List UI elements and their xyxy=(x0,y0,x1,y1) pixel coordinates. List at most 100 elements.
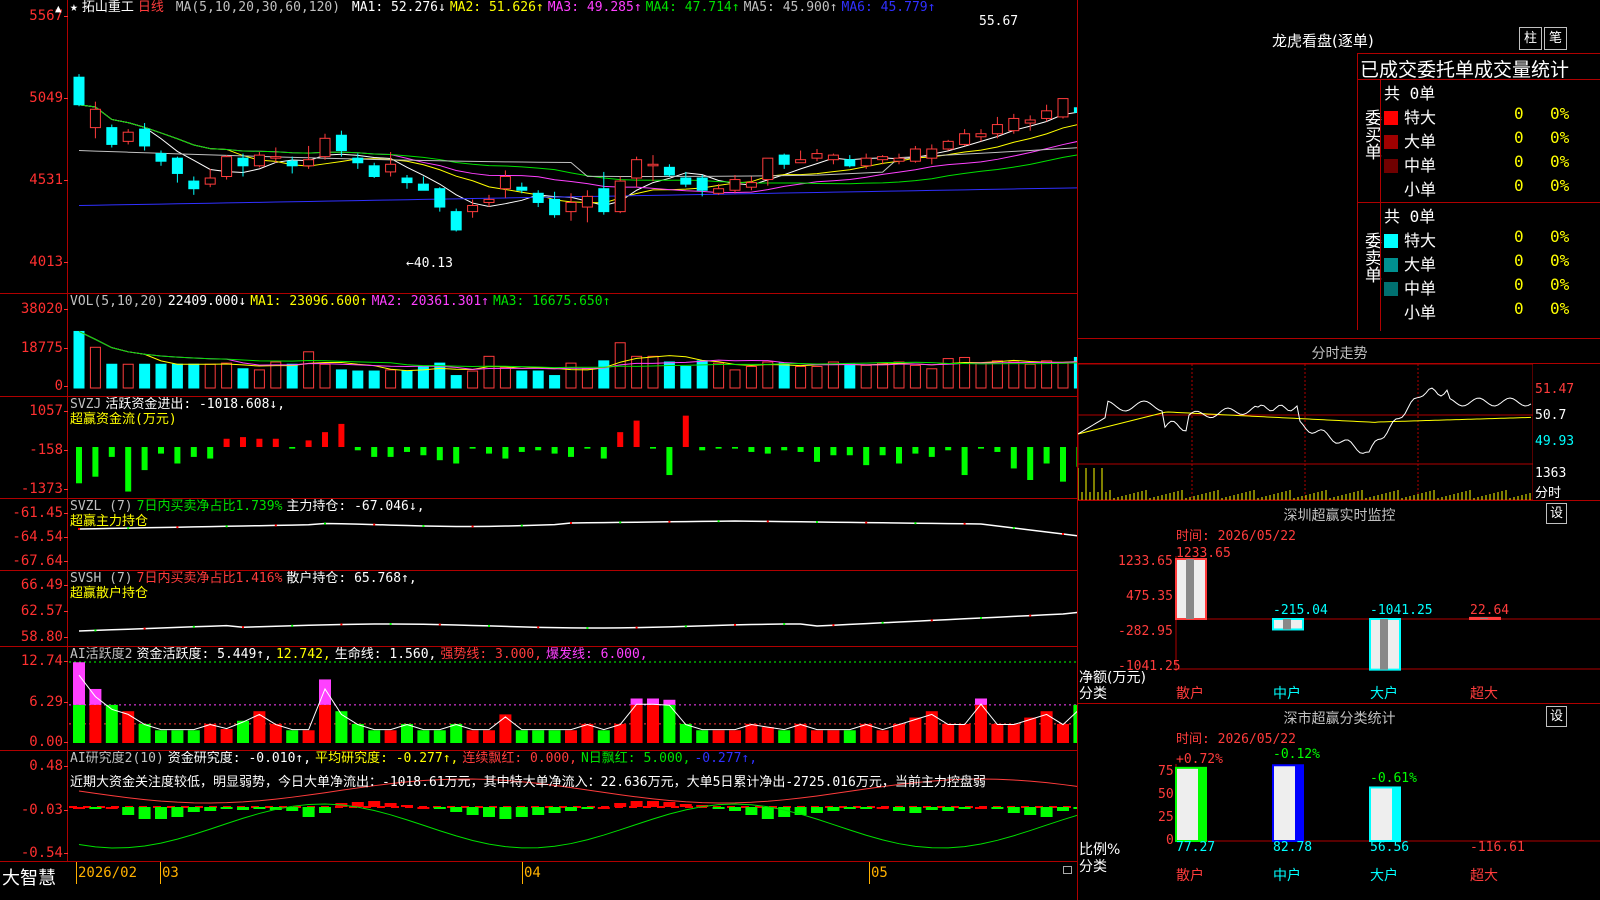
candle xyxy=(893,157,905,162)
flow-bar xyxy=(797,447,804,452)
flow-bar xyxy=(92,447,99,477)
ma4-value: MA4: 47.714↑ xyxy=(645,0,740,15)
candle xyxy=(877,156,889,161)
svsh-dot xyxy=(438,623,441,626)
flow-bar xyxy=(469,447,476,449)
order-size-label: 小单 xyxy=(1404,180,1437,199)
ai-research-panel[interactable]: 0.48 -0.03 -0.54 AI研究度2(10) 资金研究度: -0.010… xyxy=(0,751,1077,861)
volume-bar xyxy=(647,355,659,389)
candle xyxy=(860,157,872,167)
lock-icon[interactable] xyxy=(1063,866,1072,874)
flow-bar xyxy=(387,447,394,457)
candle xyxy=(106,127,118,145)
candle xyxy=(991,124,1003,135)
candle xyxy=(401,177,413,184)
scroll-up-arrow-icon[interactable]: ▲ xyxy=(55,2,62,15)
order-count: 0 xyxy=(1514,251,1524,270)
ai-activity-max: 12.742, xyxy=(275,647,331,662)
research-bar xyxy=(958,807,971,809)
order-size-label: 小单 xyxy=(1404,303,1437,322)
research-bar xyxy=(483,807,495,817)
svsh-dot xyxy=(930,619,933,622)
period-label[interactable]: 日线 xyxy=(138,0,164,15)
date-divider xyxy=(76,862,77,884)
volume-bar xyxy=(483,355,495,389)
activity-bar xyxy=(745,723,758,743)
svsh-ytick: 66.49 xyxy=(20,577,69,593)
order-size-label: 中单 xyxy=(1404,156,1437,175)
volume-bar xyxy=(319,363,331,389)
svzj-panel[interactable]: 1057 -158 -1373 SVZJ 活跃资金进出: -1018.608↓, 超… xyxy=(0,397,1077,499)
svzj-plot[interactable]: SVZJ 活跃资金进出: -1018.608↓, 超赢资金流(万元) xyxy=(69,397,1077,498)
svzl-ytick: -61.45 xyxy=(12,505,68,521)
monitor-section[interactable]: 深圳超赢实时监控 设 时间: 2026/05/22 1233.65 475.35… xyxy=(1078,500,1600,703)
kline-plot[interactable]: ★ 拓山重工 日线 MA(5,10,20,30,60,120) MA1: 52.27… xyxy=(69,0,1077,293)
flow-bar xyxy=(240,437,246,447)
right-sidebar: 龙虎看盘(逐单) 柱 笔 已成交委托单成交量统计 委买单 委卖单 共 0单 特大 0… xyxy=(1077,0,1600,900)
activity-bar xyxy=(729,730,741,743)
research-bar xyxy=(122,807,135,815)
svsh-dot xyxy=(143,627,146,630)
volume-bar xyxy=(893,361,905,389)
svzl-dot xyxy=(570,522,572,524)
brand-label[interactable]: 大智慧 xyxy=(2,864,56,890)
flow-bar xyxy=(584,447,591,449)
ai-activity-plot[interactable]: AI活跃度2 资金活跃度: 5.449↑, 12.742, 生命线: 1.560, 强势… xyxy=(69,647,1077,750)
flow-bar xyxy=(535,447,542,451)
volume-panel[interactable]: 38020 18775 0 VOL(5,10,20) 22409.000↓ MA1:… xyxy=(0,294,1077,397)
svzl-dot xyxy=(963,522,966,525)
research-bar xyxy=(73,807,85,809)
ai-research-chart xyxy=(69,778,1077,849)
monitor-val: 22.64 xyxy=(1470,603,1510,618)
date-axis-bar[interactable]: 大智慧 2026/02 03 04 05 xyxy=(0,861,1077,900)
lhb-title: 龙虎看盘(逐单) xyxy=(1272,32,1374,50)
ai-research-plot[interactable]: AI研究度2(10) 资金研究度: -0.010↑, 平均研究度: -0.277↑,… xyxy=(69,751,1077,861)
volume-bar xyxy=(352,370,364,389)
activity-bar xyxy=(1057,723,1069,743)
sell-order-row: 中单 0 0% xyxy=(1384,275,1600,299)
flow-bar xyxy=(846,447,853,456)
ma3-value: MA3: 49.285↑ xyxy=(547,0,642,15)
order-pct: 0% xyxy=(1550,275,1570,294)
svsh-plot[interactable]: SVSH (7) 7日内买卖净占比1.416% 散户持仓: 65.768↑, 超赢散户… xyxy=(69,571,1077,646)
research-bar xyxy=(712,807,725,809)
activity-bar xyxy=(597,730,610,743)
class-cat-label: 大户 xyxy=(1370,868,1398,884)
flow-bar xyxy=(551,447,558,454)
monitor-ytick: 475.35 xyxy=(1126,589,1173,604)
class-section[interactable]: 深市超赢分类统计 设 时间: 2026/05/22 75 50 25 0 +0.… xyxy=(1078,703,1600,900)
svzl-plot[interactable]: SVZL (7) 7日内买卖净占比1.739% 主力持仓: -67.046↓, 超赢主… xyxy=(69,499,1077,570)
volume-bar xyxy=(139,363,151,389)
flow-bar xyxy=(781,447,788,451)
favorite-star-icon[interactable]: ★ xyxy=(70,0,78,15)
kline-panel[interactable]: 5567 5049 4531 4013 ▲ ★ 拓山重工 日线 MA(5,10,20… xyxy=(0,0,1077,294)
volume-plot[interactable]: VOL(5,10,20) 22409.000↓ MA1: 23096.600↑ MA2… xyxy=(69,294,1077,396)
research-bar xyxy=(876,807,889,809)
svzj-ytick: -1373 xyxy=(20,481,69,497)
activity-bar xyxy=(696,730,709,743)
volume-bar xyxy=(155,363,167,389)
ma1-line xyxy=(78,104,1077,207)
svzl-panel[interactable]: -61.45 -64.54 -67.64 SVZL (7) 7日内买卖净占比1.7… xyxy=(0,499,1077,571)
activity-bar xyxy=(286,730,299,743)
ai-activity-panel[interactable]: 12.74 6.29 0.00 AI活跃度2 资金活跃度: 5.449↑, 12.7… xyxy=(0,647,1077,751)
bar-view-button[interactable]: 柱 xyxy=(1519,27,1542,50)
fenshi-chart-area[interactable]: 51.47 50.7 49.93 1363 分时 xyxy=(1078,364,1600,501)
ai-activity-value: 资金活跃度: 5.449↑, xyxy=(136,647,272,662)
svsh-panel[interactable]: 66.49 62.57 58.80 SVSH (7) 7日内买卖净占比1.416%… xyxy=(0,571,1077,647)
order-count: 0 xyxy=(1514,275,1524,294)
svsh-ytick: 62.57 xyxy=(20,603,69,619)
fenshi-ytick: 49.93 xyxy=(1535,434,1575,449)
monitor-bar-shade xyxy=(1480,617,1488,619)
tick-view-button[interactable]: 笔 xyxy=(1544,27,1567,50)
activity-burst xyxy=(73,662,85,705)
candle xyxy=(319,137,331,158)
research-bar xyxy=(761,807,774,819)
class-cat-label: 中户 xyxy=(1273,868,1301,884)
class-chart xyxy=(1175,764,1600,843)
class-bar-accent xyxy=(1392,787,1400,841)
volume-bar xyxy=(401,370,413,389)
svzl-dot xyxy=(914,522,917,525)
research-bar xyxy=(614,803,627,807)
vol-ma2: MA2: 20361.301↑ xyxy=(371,294,490,309)
